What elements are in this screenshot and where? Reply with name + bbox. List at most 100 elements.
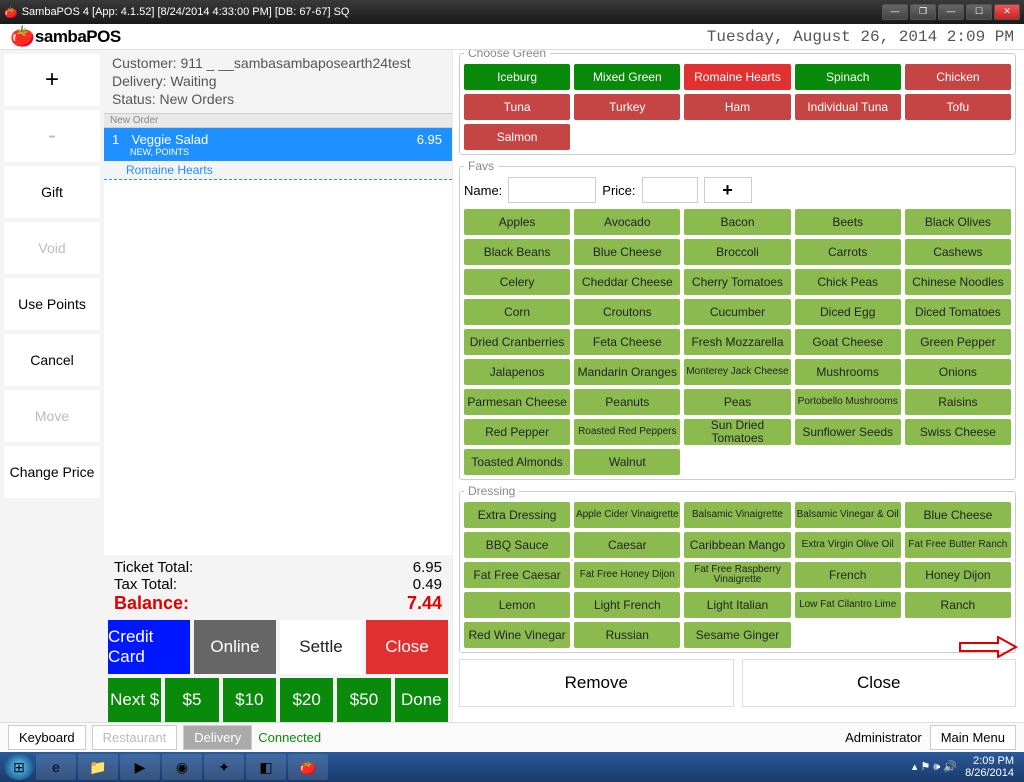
restaurant-button[interactable]: Restaurant (92, 725, 178, 750)
dressing-option[interactable]: Light Italian (684, 592, 790, 618)
dressing-option[interactable]: Extra Virgin Olive Oil (795, 532, 901, 558)
qty-plus-button[interactable]: + (4, 54, 100, 106)
fav-option[interactable]: Dried Cranberries (464, 329, 570, 355)
remove-button[interactable]: Remove (459, 659, 734, 707)
chrome-icon[interactable]: ◉ (162, 754, 202, 780)
fav-option[interactable]: Red Pepper (464, 419, 570, 445)
fav-option[interactable]: Sun Dried Tomatoes (684, 419, 790, 445)
done-button[interactable]: Done (395, 678, 448, 722)
fav-name-input[interactable] (508, 177, 596, 203)
dressing-option[interactable]: Balsamic Vinegar & Oil (795, 502, 901, 528)
media-icon[interactable]: ▶ (120, 754, 160, 780)
dressing-option[interactable]: Lemon (464, 592, 570, 618)
dressing-option[interactable]: Honey Dijon (905, 562, 1011, 588)
fav-option[interactable]: Toasted Almonds (464, 449, 570, 475)
green-option[interactable]: Iceburg (464, 64, 570, 90)
dressing-option[interactable]: Russian (574, 622, 680, 648)
fav-option[interactable]: Peas (684, 389, 790, 415)
fav-option[interactable]: Diced Egg (795, 299, 901, 325)
fav-option[interactable]: Black Olives (905, 209, 1011, 235)
dressing-option[interactable]: Fat Free Honey Dijon (574, 562, 680, 588)
fav-option[interactable]: Mushrooms (795, 359, 901, 385)
fav-option[interactable]: Feta Cheese (574, 329, 680, 355)
next-dollar-button[interactable]: Next $ (108, 678, 161, 722)
move-button[interactable]: Move (4, 390, 100, 442)
fav-option[interactable]: Cucumber (684, 299, 790, 325)
fav-option[interactable]: Chick Peas (795, 269, 901, 295)
fav-option[interactable]: Bacon (684, 209, 790, 235)
dressing-option[interactable]: Apple Cider Vinaigrette (574, 502, 680, 528)
dressing-option[interactable]: Fat Free Raspberry Vinaigrette (684, 562, 790, 588)
fav-option[interactable]: Beets (795, 209, 901, 235)
use-points-button[interactable]: Use Points (4, 278, 100, 330)
app-icon-1[interactable]: ✦ (204, 754, 244, 780)
dressing-option[interactable]: BBQ Sauce (464, 532, 570, 558)
fav-option[interactable]: Jalapenos (464, 359, 570, 385)
dressing-option[interactable]: Balsamic Vinaigrette (684, 502, 790, 528)
close-ticket-button[interactable]: Close (366, 620, 448, 674)
dressing-option[interactable]: Red Wine Vinegar (464, 622, 570, 648)
dressing-option[interactable]: Fat Free Caesar (464, 562, 570, 588)
fav-option[interactable]: Sunflower Seeds (795, 419, 901, 445)
dressing-option[interactable]: Light French (574, 592, 680, 618)
green-option[interactable]: Mixed Green (574, 64, 680, 90)
green-option[interactable]: Tofu (905, 94, 1011, 120)
green-option[interactable]: Tuna (464, 94, 570, 120)
change-price-button[interactable]: Change Price (4, 446, 100, 498)
tray-icons[interactable]: ▴ ⚑ 🕪 🔊 (912, 760, 957, 774)
fav-option[interactable]: Raisins (905, 389, 1011, 415)
fav-option[interactable]: Croutons (574, 299, 680, 325)
online-button[interactable]: Online (194, 620, 276, 674)
cash-5-button[interactable]: $5 (165, 678, 218, 722)
dressing-option[interactable]: Blue Cheese (905, 502, 1011, 528)
fav-option[interactable]: Black Beans (464, 239, 570, 265)
close-window-button[interactable]: ✕ (994, 4, 1020, 20)
fav-option[interactable]: Carrots (795, 239, 901, 265)
fav-option[interactable]: Walnut (574, 449, 680, 475)
fav-option[interactable]: Green Pepper (905, 329, 1011, 355)
dressing-option[interactable]: French (795, 562, 901, 588)
green-option[interactable]: Individual Tuna (795, 94, 901, 120)
green-option[interactable]: Salmon (464, 124, 570, 150)
gift-button[interactable]: Gift (4, 166, 100, 218)
fav-option[interactable]: Broccoli (684, 239, 790, 265)
explorer-icon[interactable]: 📁 (78, 754, 118, 780)
qty-minus-button[interactable]: - (4, 110, 100, 162)
dressing-option[interactable]: Extra Dressing (464, 502, 570, 528)
fav-option[interactable]: Chinese Noodles (905, 269, 1011, 295)
cash-50-button[interactable]: $50 (337, 678, 390, 722)
delivery-button[interactable]: Delivery (183, 725, 252, 750)
close-panel-button[interactable]: Close (742, 659, 1017, 707)
sambapos-task-icon[interactable]: 🍅 (288, 754, 328, 780)
fav-option[interactable]: Corn (464, 299, 570, 325)
ie-icon[interactable]: e (36, 754, 76, 780)
fav-option[interactable]: Diced Tomatoes (905, 299, 1011, 325)
green-option[interactable]: Ham (684, 94, 790, 120)
green-option[interactable]: Turkey (574, 94, 680, 120)
fav-option[interactable]: Apples (464, 209, 570, 235)
fav-option[interactable]: Fresh Mozzarella (684, 329, 790, 355)
fav-option[interactable]: Roasted Red Peppers (574, 419, 680, 445)
app-icon-2[interactable]: ◧ (246, 754, 286, 780)
fav-option[interactable]: Cherry Tomatoes (684, 269, 790, 295)
maximize-button[interactable]: ☐ (966, 4, 992, 20)
fav-option[interactable]: Mandarin Oranges (574, 359, 680, 385)
dressing-option[interactable]: Fat Free Butter Ranch (905, 532, 1011, 558)
void-button[interactable]: Void (4, 222, 100, 274)
fav-option[interactable]: Onions (905, 359, 1011, 385)
cash-10-button[interactable]: $10 (223, 678, 276, 722)
fav-option[interactable]: Goat Cheese (795, 329, 901, 355)
settle-button[interactable]: Settle (280, 620, 362, 674)
fav-option[interactable]: Cheddar Cheese (574, 269, 680, 295)
fav-option[interactable]: Blue Cheese (574, 239, 680, 265)
fav-option[interactable]: Celery (464, 269, 570, 295)
fav-price-input[interactable] (642, 177, 698, 203)
dressing-option[interactable]: Caesar (574, 532, 680, 558)
dressing-option[interactable]: Caribbean Mango (684, 532, 790, 558)
dressing-option[interactable]: Low Fat Cilantro Lime (795, 592, 901, 618)
dressing-option[interactable]: Sesame Ginger (684, 622, 790, 648)
green-option[interactable]: Spinach (795, 64, 901, 90)
fav-option[interactable]: Parmesan Cheese (464, 389, 570, 415)
fav-option[interactable]: Cashews (905, 239, 1011, 265)
cash-20-button[interactable]: $20 (280, 678, 333, 722)
